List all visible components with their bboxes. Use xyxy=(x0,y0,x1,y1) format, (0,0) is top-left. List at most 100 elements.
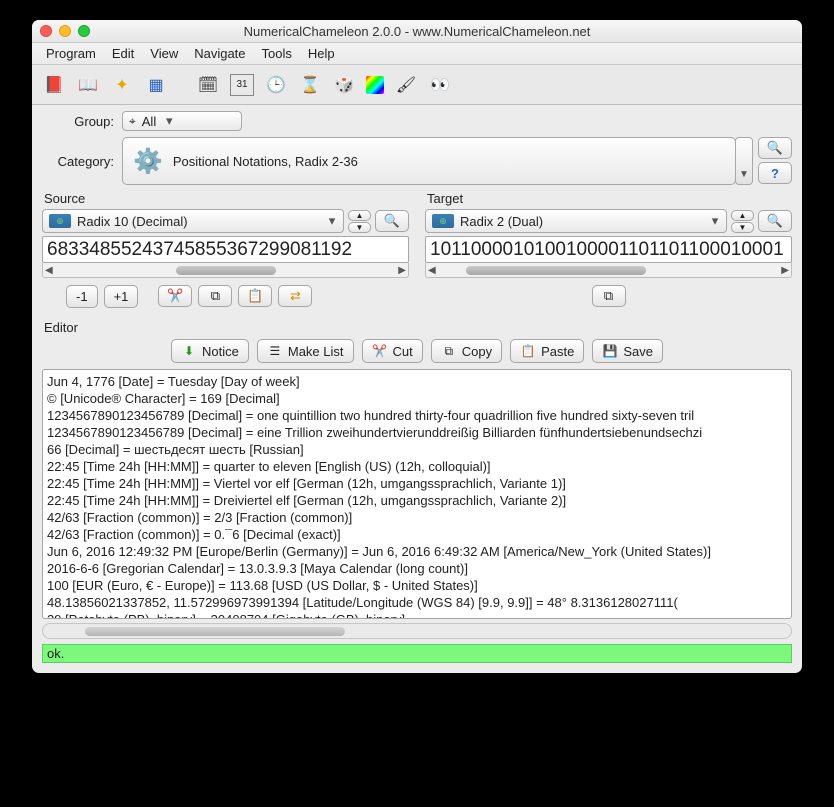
editor-label: Editor xyxy=(44,320,792,335)
copy-icon: ⧉ xyxy=(604,288,613,304)
decrement-button[interactable]: -1 xyxy=(66,285,98,308)
source-spinner: ▲ ▼ xyxy=(348,210,371,233)
group-combo[interactable]: ⌖ All ▾ xyxy=(122,111,242,131)
increment-button[interactable]: +1 xyxy=(104,285,139,308)
menu-tools[interactable]: Tools xyxy=(256,44,298,63)
target-unit-up[interactable]: ▲ xyxy=(731,210,754,221)
target-unit: Radix 2 (Dual) xyxy=(460,214,702,229)
dropdown-arrow-icon: ▾ xyxy=(708,213,722,229)
zoom-window-icon[interactable] xyxy=(78,25,90,37)
category-combo[interactable]: ⚙️ Positional Notations, Radix 2-36 xyxy=(122,137,736,185)
color-icon[interactable] xyxy=(366,76,384,94)
target-unit-combo[interactable]: ⊕ Radix 2 (Dual) ▾ xyxy=(425,209,727,233)
content-area: Group: ⌖ All ▾ Category: ⚙️ Positional N… xyxy=(32,105,802,673)
editor-line: Jun 6, 2016 12:49:32 PM [Europe/Berlin (… xyxy=(47,543,787,560)
window-title: NumericalChameleon 2.0.0 - www.Numerical… xyxy=(32,24,802,39)
source-unit-up[interactable]: ▲ xyxy=(348,210,371,221)
book-red-icon[interactable]: 📕 xyxy=(42,74,66,96)
grid-icon[interactable]: ▦ xyxy=(144,74,168,96)
menu-edit[interactable]: Edit xyxy=(106,44,140,63)
category-value: Positional Notations, Radix 2-36 xyxy=(173,154,358,169)
arrow-down-icon: ⬇ xyxy=(181,343,197,359)
titlebar: NumericalChameleon 2.0.0 - www.Numerical… xyxy=(32,20,802,43)
clock-icon[interactable]: 🕒 xyxy=(264,74,288,96)
dropdown-arrow-icon: ▾ xyxy=(325,213,339,229)
find-category-button[interactable]: 🔍 xyxy=(758,137,792,159)
binoculars-icon[interactable]: 👀 xyxy=(428,74,452,96)
calendar-icon[interactable]: 🗓 xyxy=(196,74,220,96)
target-panel: Target ⊕ Radix 2 (Dual) ▾ ▲ ▼ 🔍 101 xyxy=(425,191,792,308)
list-icon: ☰ xyxy=(267,343,283,359)
help-icon: ? xyxy=(771,166,779,181)
category-dropdown-arrow[interactable]: ▼ xyxy=(735,137,753,185)
scissors-icon: ✂️ xyxy=(167,288,183,304)
make-list-button[interactable]: ☰Make List xyxy=(257,339,354,363)
editor-toolbar: ⬇Notice ☰Make List ✂️Cut ⧉Copy 📋Paste 💾S… xyxy=(42,339,792,363)
swap-button[interactable]: ⇄ xyxy=(278,285,312,307)
funnel-icon: ⌖ xyxy=(129,114,136,129)
minimize-window-icon[interactable] xyxy=(59,25,71,37)
source-scrollbar[interactable]: ◀▶ xyxy=(42,263,409,278)
cut-button[interactable]: ✂️Cut xyxy=(362,339,423,363)
swap-icon: ⇄ xyxy=(290,288,301,304)
close-window-icon[interactable] xyxy=(40,25,52,37)
menu-view[interactable]: View xyxy=(144,44,184,63)
copy-target-button[interactable]: ⧉ xyxy=(592,285,626,307)
target-find-unit[interactable]: 🔍 xyxy=(758,210,792,232)
world-flag-icon: ⊕ xyxy=(49,214,71,228)
window-controls xyxy=(40,25,90,37)
hourglass-icon[interactable]: ⌛ xyxy=(298,74,322,96)
notice-button[interactable]: ⬇Notice xyxy=(171,339,249,363)
scissors-icon: ✂️ xyxy=(372,343,388,359)
menu-help[interactable]: Help xyxy=(302,44,341,63)
category-label: Category: xyxy=(42,154,122,169)
app-window: NumericalChameleon 2.0.0 - www.Numerical… xyxy=(32,20,802,673)
main-toolbar: 📕 📖 ✦ ▦ 🗓 31 🕒 ⌛ 🎲 🖌 👀 xyxy=(32,65,802,105)
editor-line: 48.13856021337852, 11.572996973991394 [L… xyxy=(47,594,787,611)
floppy-icon: 💾 xyxy=(602,343,618,359)
editor-line: 100 [EUR (Euro, € - Europe)] = 113.68 [U… xyxy=(47,577,787,594)
gears-icon: ⚙️ xyxy=(133,147,163,176)
star-icon[interactable]: ✦ xyxy=(110,74,134,96)
category-help-button[interactable]: ? xyxy=(758,162,792,184)
source-value-field[interactable]: 68334855243745855367299081192 xyxy=(42,236,409,263)
copy-source-button[interactable]: ⧉ xyxy=(198,285,232,307)
save-button[interactable]: 💾Save xyxy=(592,339,663,363)
copy-icon: ⧉ xyxy=(441,343,457,359)
group-value: All xyxy=(142,114,156,129)
cut-source-button[interactable]: ✂️ xyxy=(158,285,192,307)
dropdown-arrow-icon: ▾ xyxy=(162,113,176,129)
editor-textarea[interactable]: Jun 4, 1776 [Date] = Tuesday [Day of wee… xyxy=(42,369,792,619)
target-scrollbar[interactable]: ◀▶ xyxy=(425,263,792,278)
brush-icon[interactable]: 🖌 xyxy=(394,74,418,96)
source-unit-combo[interactable]: ⊕ Radix 10 (Decimal) ▾ xyxy=(42,209,344,233)
menu-program[interactable]: Program xyxy=(40,44,102,63)
source-unit: Radix 10 (Decimal) xyxy=(77,214,319,229)
world-flag-icon: ⊕ xyxy=(432,214,454,228)
dice-icon[interactable]: 🎲 xyxy=(332,74,356,96)
target-title: Target xyxy=(425,191,792,206)
paste-button[interactable]: 📋Paste xyxy=(510,339,584,363)
editor-line: 2016-6-6 [Gregorian Calendar] = 13.0.3.9… xyxy=(47,560,787,577)
editor-line: 22:45 [Time 24h [HH:MM]] = Dreiviertel e… xyxy=(47,492,787,509)
editor-line: 42/63 [Fraction (common)] = 0.¯6 [Decima… xyxy=(47,526,787,543)
day-31-icon[interactable]: 31 xyxy=(230,74,254,96)
editor-line: 42/63 [Fraction (common)] = 2/3 [Fractio… xyxy=(47,509,787,526)
magnifier-icon: 🔍 xyxy=(384,213,400,229)
editor-scrollbar[interactable] xyxy=(42,623,792,639)
copy-button[interactable]: ⧉Copy xyxy=(431,339,502,363)
target-unit-down[interactable]: ▼ xyxy=(731,222,754,233)
group-label: Group: xyxy=(42,114,122,129)
editor-line: Jun 4, 1776 [Date] = Tuesday [Day of wee… xyxy=(47,373,787,390)
paste-source-button[interactable]: 📋 xyxy=(238,285,272,307)
source-unit-down[interactable]: ▼ xyxy=(348,222,371,233)
source-title: Source xyxy=(42,191,409,206)
target-value-field[interactable]: 1011000010100100001101101100010001 xyxy=(425,236,792,263)
clipboard-icon: 📋 xyxy=(520,343,536,359)
editor-line: © [Unicode® Character] = 169 [Decimal] xyxy=(47,390,787,407)
source-find-unit[interactable]: 🔍 xyxy=(375,210,409,232)
menubar: Program Edit View Navigate Tools Help xyxy=(32,43,802,65)
magnifier-icon: 🔍 xyxy=(767,213,783,229)
menu-navigate[interactable]: Navigate xyxy=(188,44,251,63)
book-open-icon[interactable]: 📖 xyxy=(76,74,100,96)
